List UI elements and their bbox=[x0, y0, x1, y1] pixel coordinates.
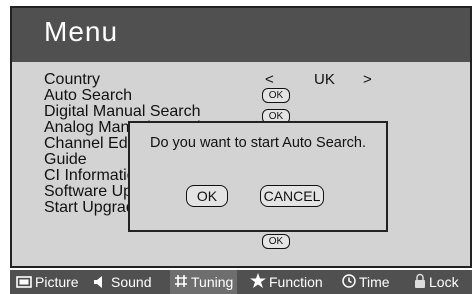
tab-time-label: Time bbox=[359, 274, 390, 290]
dialog-message: Do you want to start Auto Search. bbox=[149, 135, 366, 151]
dialog-cancel-button[interactable]: CANCEL bbox=[260, 185, 324, 207]
tab-time[interactable]: Time bbox=[342, 270, 390, 294]
tab-tuning-label: Tuning bbox=[191, 274, 234, 290]
menu-title: Menu bbox=[44, 16, 119, 47]
tab-picture[interactable]: Picture bbox=[16, 270, 79, 294]
country-left-arrow[interactable]: < bbox=[265, 71, 274, 88]
start-upgrade-ok-button[interactable]: OK bbox=[262, 234, 290, 249]
tab-sound-label: Sound bbox=[111, 274, 152, 290]
star-icon bbox=[250, 271, 266, 294]
bottom-nav-bar: Picture Sound Tuning Function Time Lock bbox=[10, 270, 472, 294]
dialog-ok-button[interactable]: OK bbox=[186, 185, 228, 207]
auto-search-dialog: Do you want to start Auto Search. OK CAN… bbox=[128, 121, 388, 232]
tab-function[interactable]: Function bbox=[250, 270, 323, 294]
clock-icon bbox=[342, 271, 356, 294]
country-right-arrow[interactable]: > bbox=[363, 71, 372, 88]
tab-lock-label: Lock bbox=[429, 274, 459, 290]
tv-screen: Menu Country Auto Search Digital Manual … bbox=[0, 0, 476, 294]
menu-header: Menu bbox=[12, 8, 470, 62]
tab-function-label: Function bbox=[269, 274, 323, 290]
lock-icon bbox=[414, 271, 426, 294]
tab-sound[interactable]: Sound bbox=[94, 270, 151, 294]
tab-lock[interactable]: Lock bbox=[414, 270, 459, 294]
sound-icon bbox=[94, 271, 108, 294]
country-value: UK bbox=[314, 71, 335, 88]
picture-icon bbox=[16, 271, 32, 294]
tab-tuning[interactable]: Tuning bbox=[170, 270, 238, 294]
auto-search-ok-button[interactable]: OK bbox=[262, 88, 290, 103]
tab-picture-label: Picture bbox=[35, 274, 79, 290]
tuning-icon bbox=[174, 271, 188, 294]
